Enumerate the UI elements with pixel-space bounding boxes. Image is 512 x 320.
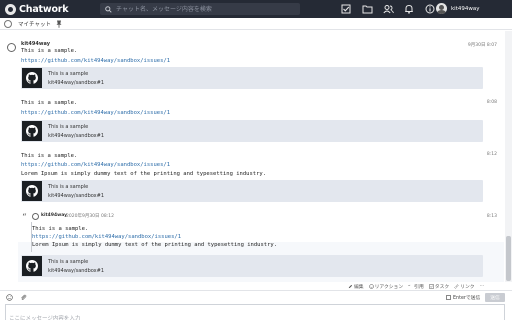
message-time: 8:12 [486, 152, 497, 157]
message-link[interactable]: https://github.com/kit494way/sandbox/iss… [32, 234, 181, 240]
user-avatar [436, 3, 447, 14]
quote-action[interactable]: “ 引用 [408, 283, 424, 290]
send-button[interactable]: 送信 [485, 293, 505, 302]
link-preview-card[interactable]: This is a sample kit494way/sandbox#1 [21, 255, 483, 277]
message-actions: 編集 リアクション “ 引用 タスク リンク ⋯ [348, 283, 489, 290]
link-preview-card[interactable]: This is a sample kit494way/sandbox#1 [21, 120, 483, 142]
search-icon [102, 3, 114, 15]
pencil-icon [348, 284, 353, 289]
task-action[interactable]: タスク [429, 283, 449, 290]
notifications-bell-icon[interactable] [403, 3, 415, 15]
quote-label: 引用 [414, 285, 424, 290]
pin-icon[interactable] [56, 20, 62, 28]
message-link[interactable]: https://github.com/kit494way/sandbox/iss… [21, 110, 170, 116]
quoted-user-name[interactable]: kit494way [41, 213, 67, 218]
room-header: マイチャット [0, 18, 512, 30]
logo-icon [5, 3, 16, 15]
card-description: kit494way/sandbox#1 [48, 132, 105, 139]
chatwork-logo[interactable]: Chatwork [5, 3, 95, 15]
message-text: This is a sample. [21, 48, 78, 54]
github-logo-icon [22, 68, 42, 88]
message-text: Lorem Ipsum is simply dummy text of the … [21, 171, 267, 177]
message-time: 8:08 [486, 100, 497, 105]
smile-icon [368, 284, 374, 289]
message-text: Lorem Ipsum is simply dummy text of the … [32, 242, 278, 248]
reaction-label: リアクション [374, 285, 404, 290]
github-logo-icon [22, 121, 42, 141]
link-icon [454, 284, 459, 289]
user-menu[interactable]: kit494way [436, 3, 480, 14]
sender-name[interactable]: kit494way [21, 41, 50, 47]
task-icon [429, 284, 434, 289]
quote-icon: “ [408, 284, 413, 289]
edit-action[interactable]: 編集 [348, 283, 364, 290]
message-text: This is a sample. [32, 226, 89, 232]
card-description: kit494way/sandbox#1 [48, 79, 105, 86]
quoted-user-avatar[interactable] [32, 213, 39, 220]
message-text: This is a sample. [21, 153, 78, 159]
top-header: Chatwork kit494way [0, 0, 512, 18]
message-time: 9月30日 8:07 [467, 43, 497, 48]
task-checkbox-icon[interactable] [340, 3, 352, 15]
link-label: リンク [460, 285, 475, 290]
message-input[interactable] [6, 311, 504, 320]
user-name: kit494way [451, 5, 480, 12]
search-box[interactable] [100, 3, 300, 15]
card-description: kit494way/sandbox#1 [48, 192, 105, 199]
search-input[interactable] [114, 3, 294, 15]
message-composer[interactable] [5, 304, 505, 320]
card-title: This is a sample [48, 123, 89, 130]
card-title: This is a sample [48, 183, 89, 190]
edit-label: 編集 [354, 285, 364, 290]
room-name[interactable]: マイチャット [18, 20, 51, 28]
card-title: This is a sample [48, 258, 89, 265]
composer-toolbar: Enterで送信 送信 [0, 290, 512, 303]
more-icon: ⋯ [479, 284, 485, 289]
link-preview-card[interactable]: This is a sample kit494way/sandbox#1 [21, 180, 483, 202]
message-link[interactable]: https://github.com/kit494way/sandbox/iss… [21, 58, 170, 64]
enter-to-send-toggle[interactable]: Enterで送信 [446, 294, 480, 301]
timeline-scrollbar[interactable] [505, 31, 512, 282]
card-title: This is a sample [48, 70, 89, 77]
task-label: タスク [434, 285, 450, 290]
message-link[interactable]: https://github.com/kit494way/sandbox/iss… [21, 162, 170, 168]
app-name: Chatwork [19, 3, 69, 15]
reaction-action[interactable]: リアクション [368, 283, 404, 290]
room-avatar[interactable] [4, 19, 12, 28]
emoji-icon[interactable] [5, 293, 14, 302]
github-logo-icon [22, 256, 42, 276]
contacts-icon[interactable] [382, 3, 394, 15]
github-logo-icon [22, 181, 42, 201]
scrollbar-thumb[interactable] [506, 236, 511, 281]
message-timeline: kit494way 9月30日 8:07 This is a sample. h… [0, 31, 505, 282]
svg-text:“: “ [408, 284, 411, 289]
message-text: This is a sample. [21, 100, 78, 106]
folder-icon[interactable] [361, 3, 373, 15]
info-icon[interactable] [424, 3, 436, 15]
quote-icon: “ [22, 213, 27, 223]
sender-avatar[interactable] [7, 43, 16, 52]
attachment-icon[interactable] [19, 293, 28, 302]
more-action[interactable]: ⋯ [480, 284, 485, 289]
card-description: kit494way/sandbox#1 [48, 267, 105, 274]
enter-to-send-label: Enterで送信 [453, 296, 481, 301]
enter-to-send-checkbox[interactable] [446, 295, 451, 300]
quoted-date[interactable]: 2020年9月30日 08:12 [66, 213, 114, 219]
link-preview-card[interactable]: This is a sample kit494way/sandbox#1 [21, 67, 483, 89]
link-action[interactable]: リンク [454, 283, 475, 290]
